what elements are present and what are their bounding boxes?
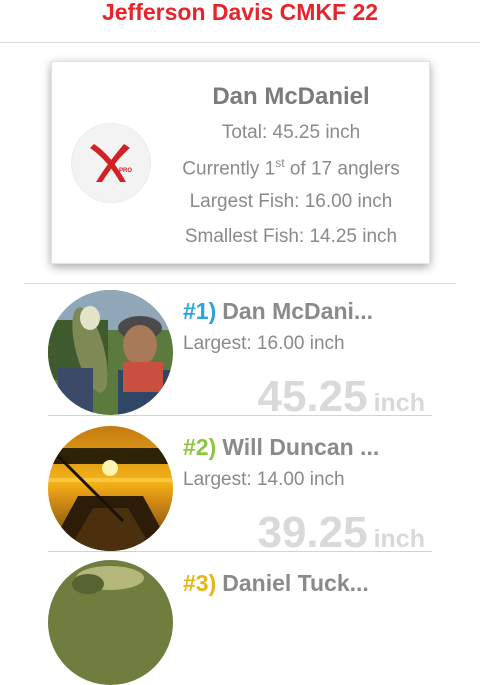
row-divider-1 bbox=[48, 415, 432, 416]
angler-name-2: Will Duncan ... bbox=[222, 434, 380, 460]
card-standing: Currently 1st of 17 anglers bbox=[152, 156, 430, 180]
card-standing-suffix: st bbox=[275, 156, 285, 170]
angler-name-1: Dan McDani... bbox=[222, 298, 374, 324]
largest-fish-2: Largest: 14.00 inch bbox=[183, 469, 345, 490]
angler-avatar-1[interactable] bbox=[48, 290, 173, 415]
card-standing-prefix: Currently 1 bbox=[182, 158, 276, 180]
card-largest: Largest Fish: 16.00 inch bbox=[189, 191, 393, 212]
card-total: Total: 45.25 inch bbox=[221, 122, 361, 143]
angler-name-3: Daniel Tuck... bbox=[222, 570, 369, 596]
header-divider bbox=[0, 42, 480, 43]
rank-label-1: #1) bbox=[183, 298, 217, 324]
total-value-1: 45.25 bbox=[257, 372, 368, 421]
leaderboard-row-1-title[interactable]: #1) Dan McDani... bbox=[183, 298, 473, 325]
leaderboard-row-2-title[interactable]: #2) Will Duncan ... bbox=[183, 434, 473, 461]
xpro-logo-icon: PRO bbox=[71, 123, 151, 203]
row-divider-2 bbox=[48, 551, 432, 552]
summary-card[interactable]: PRO Dan McDaniel Total: 45.25 inch Curre… bbox=[51, 61, 430, 264]
list-divider bbox=[24, 283, 456, 284]
total-unit-2: inch bbox=[373, 525, 425, 553]
angler-avatar-2[interactable] bbox=[48, 426, 173, 551]
total-unit-1: inch bbox=[373, 389, 425, 417]
angler-avatar-3[interactable] bbox=[48, 560, 173, 685]
total-value-2: 39.25 bbox=[257, 508, 368, 557]
card-standing-rest: of 17 anglers bbox=[284, 158, 400, 180]
rank-label-3: #3) bbox=[183, 570, 217, 596]
largest-fish-1: Largest: 16.00 inch bbox=[183, 333, 345, 354]
svg-text:PRO: PRO bbox=[119, 168, 132, 174]
leaderboard-row-3-title[interactable]: #3) Daniel Tuck... bbox=[183, 570, 473, 597]
page-title: Jefferson Davis CMKF 22 bbox=[101, 0, 379, 25]
card-smallest: Smallest Fish: 14.25 inch bbox=[184, 226, 398, 247]
card-angler-name: Dan McDaniel bbox=[212, 83, 370, 110]
rank-label-2: #2) bbox=[183, 434, 217, 460]
